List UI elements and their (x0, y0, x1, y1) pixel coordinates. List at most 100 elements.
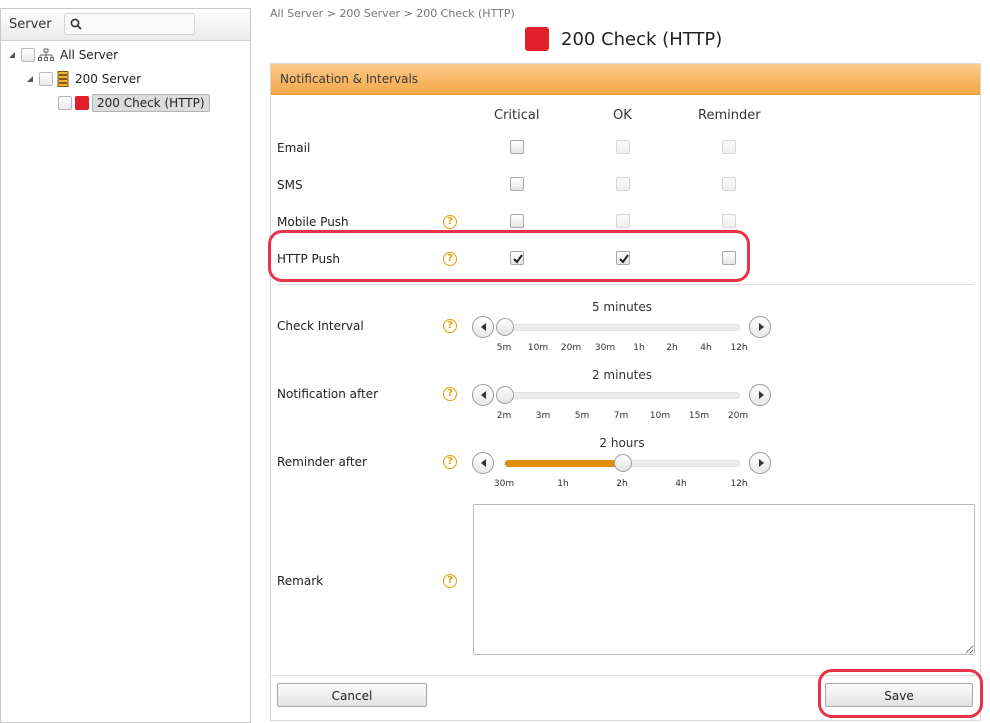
tree-node-200-server[interactable]: 200 Server (25, 69, 141, 89)
slider-tick-label: 2m (496, 411, 512, 421)
slider-tick-label: 7m (613, 411, 629, 421)
status-critical-icon (75, 96, 89, 110)
server-tree-header: Server (1, 9, 250, 41)
sms-reminder-checkbox (722, 177, 736, 191)
server-rack-icon (57, 71, 69, 87)
tree-node-200-check[interactable]: 200 Check (HTTP) (58, 93, 210, 113)
reminder-after-decrease-button[interactable] (472, 452, 494, 474)
slider-tick-label: 12h (730, 343, 748, 353)
tree-label-200-check[interactable]: 200 Check (HTTP) (92, 94, 210, 112)
slider-tick-label: 15m (688, 411, 710, 421)
notification-after-increase-button[interactable] (749, 384, 771, 406)
http-push-reminder-checkbox[interactable] (722, 251, 736, 265)
slider-tick-label: 4h (675, 479, 687, 489)
sms-critical-checkbox[interactable] (510, 177, 524, 191)
mobile-push-critical-checkbox[interactable] (510, 214, 524, 228)
help-icon[interactable]: ? (443, 455, 457, 469)
page-title: 200 Check (HTTP) (525, 27, 722, 51)
help-icon[interactable]: ? (443, 252, 457, 266)
help-icon[interactable]: ? (443, 215, 457, 229)
check-interval-slider-handle[interactable] (496, 318, 514, 336)
sms-ok-checkbox (616, 177, 630, 191)
reminder-after-slider-handle[interactable] (614, 454, 632, 472)
reminder-after-label: Reminder after (277, 455, 367, 469)
expand-arrow-icon[interactable] (25, 74, 35, 84)
row-label-http-push: HTTP Push (277, 252, 341, 266)
server-tree-title: Server (9, 17, 52, 32)
slider-tick-label: 3m (535, 411, 551, 421)
arrow-right-icon (759, 323, 764, 331)
check-interval-label: Check Interval (277, 319, 364, 333)
server-tree-panel: Server All Server 200 Server 200 Check (… (0, 8, 251, 723)
arrow-left-icon (481, 323, 486, 331)
slider-tick-label: 1h (557, 479, 569, 489)
remark-label: Remark (277, 574, 324, 588)
save-button[interactable]: Save (825, 683, 973, 707)
panel-header-title: Notification & Intervals (280, 72, 419, 86)
tree-checkbox-all-server[interactable] (21, 48, 35, 62)
slider-tick-label: 20m (727, 411, 749, 421)
footer-divider (271, 675, 980, 676)
breadcrumb: All Server > 200 Server > 200 Check (HTT… (270, 7, 515, 20)
cancel-button[interactable]: Cancel (277, 683, 427, 707)
row-label-email: Email (277, 141, 311, 155)
slider-tick-label: 4h (700, 343, 712, 353)
expand-arrow-icon[interactable] (7, 50, 17, 60)
email-critical-checkbox[interactable] (510, 140, 524, 154)
mobile-push-ok-checkbox (616, 214, 630, 228)
help-icon[interactable]: ? (443, 387, 457, 401)
slider-tick-label: 30m (493, 479, 515, 489)
slider-tick-label: 2h (666, 343, 678, 353)
notification-after-value: 2 minutes (591, 368, 653, 382)
slider-tick-label: 30m (594, 343, 616, 353)
slider-tick-label: 2h (616, 479, 628, 489)
slider-tick-label: 5m (496, 343, 512, 353)
remark-textarea[interactable] (473, 504, 975, 655)
check-interval-decrease-button[interactable] (472, 316, 494, 338)
slider-tick-label: 20m (560, 343, 582, 353)
notification-after-slider-handle[interactable] (496, 386, 514, 404)
help-icon[interactable]: ? (443, 319, 457, 333)
check-interval-increase-button[interactable] (749, 316, 771, 338)
tree-node-all-server[interactable]: All Server (7, 45, 118, 65)
arrow-left-icon (481, 459, 486, 467)
checkmark-icon (513, 254, 523, 264)
row-label-sms: SMS (277, 178, 303, 192)
reminder-after-value: 2 hours (599, 436, 645, 450)
arrow-right-icon (759, 459, 764, 467)
panel-header: Notification & Intervals (271, 64, 980, 95)
email-reminder-checkbox (722, 140, 736, 154)
section-divider (277, 284, 974, 285)
check-interval-slider-track[interactable] (504, 324, 740, 331)
slider-tick-label: 10m (527, 343, 549, 353)
help-icon[interactable]: ? (443, 574, 457, 588)
email-ok-checkbox (616, 140, 630, 154)
tree-checkbox-200-check[interactable] (58, 96, 72, 110)
server-search-box[interactable] (64, 13, 195, 35)
tree-label-all-server[interactable]: All Server (60, 48, 118, 62)
server-group-icon (38, 48, 54, 61)
checkmark-icon (619, 254, 629, 264)
row-label-mobile-push: Mobile Push (277, 215, 349, 229)
arrow-right-icon (759, 391, 764, 399)
mobile-push-reminder-checkbox (722, 214, 736, 228)
slider-tick-label: 5m (574, 411, 590, 421)
arrow-left-icon (481, 391, 486, 399)
search-icon (70, 18, 82, 30)
column-header-reminder: Reminder (698, 108, 761, 123)
column-header-ok: OK (613, 108, 632, 123)
page-title-text: 200 Check (HTTP) (561, 28, 723, 50)
status-critical-icon (525, 27, 549, 51)
notification-after-decrease-button[interactable] (472, 384, 494, 406)
server-search-input[interactable] (87, 16, 191, 32)
tree-checkbox-200-server[interactable] (39, 72, 53, 86)
reminder-after-increase-button[interactable] (749, 452, 771, 474)
slider-tick-label: 10m (649, 411, 671, 421)
notification-after-slider-track[interactable] (504, 392, 740, 399)
notification-after-label: Notification after (277, 387, 379, 401)
tree-label-200-server[interactable]: 200 Server (75, 72, 141, 86)
http-push-ok-checkbox[interactable] (616, 251, 630, 265)
reminder-after-slider-fill (505, 460, 623, 467)
notification-intervals-panel: Notification & Intervals Critical OK Rem… (270, 63, 981, 721)
http-push-critical-checkbox[interactable] (510, 251, 524, 265)
